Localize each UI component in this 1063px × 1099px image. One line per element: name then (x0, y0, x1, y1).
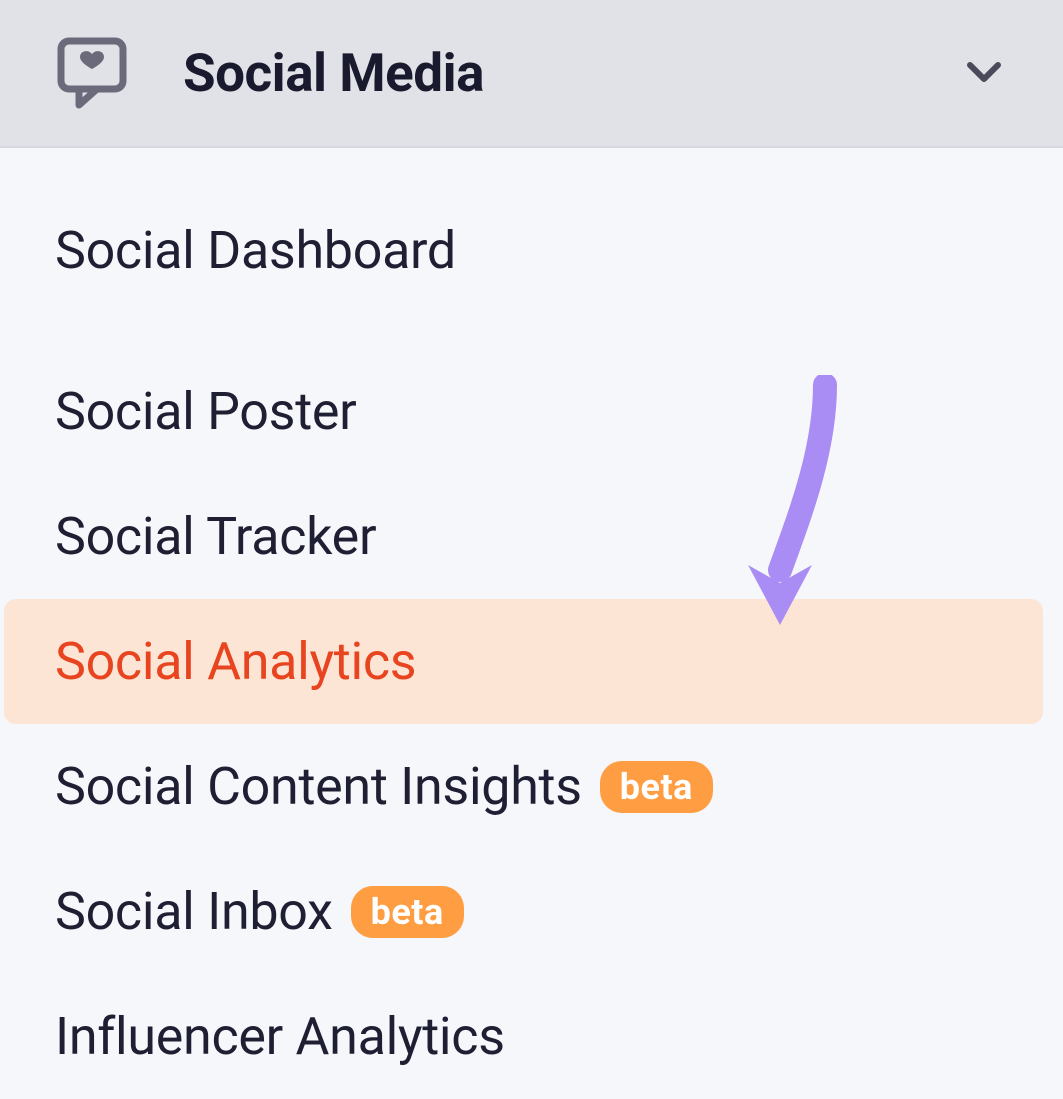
sidebar-item-label: Social Dashboard (55, 220, 456, 281)
sidebar-item-social-dashboard[interactable]: Social Dashboard (0, 188, 1063, 313)
beta-badge: beta (600, 761, 713, 813)
beta-badge: beta (351, 886, 464, 938)
sidebar-item-social-content-insights[interactable]: Social Content Insights beta (0, 724, 1063, 849)
sidebar-item-label: Social Tracker (55, 506, 376, 567)
sidebar-section-header[interactable]: Social Media (0, 0, 1063, 148)
sidebar-item-label: Influencer Analytics (55, 1006, 505, 1067)
sidebar-item-influencer-analytics[interactable]: Influencer Analytics (0, 974, 1063, 1099)
sidebar-item-label: Social Analytics (55, 631, 416, 692)
sidebar-item-social-tracker[interactable]: Social Tracker (0, 474, 1063, 599)
social-media-icon (55, 33, 135, 113)
sidebar-item-social-inbox[interactable]: Social Inbox beta (0, 849, 1063, 974)
sidebar-item-label: Social Inbox (55, 881, 333, 942)
sidebar-item-label: Social Content Insights (55, 756, 582, 817)
sidebar-item-social-poster[interactable]: Social Poster (0, 349, 1063, 474)
sidebar-item-social-analytics[interactable]: Social Analytics (4, 599, 1043, 724)
sidebar-section-title: Social Media (183, 42, 960, 104)
sidebar-menu: Social Dashboard Social Poster Social Tr… (0, 148, 1063, 1099)
chevron-down-icon (960, 49, 1008, 97)
sidebar-item-label: Social Poster (55, 381, 357, 442)
